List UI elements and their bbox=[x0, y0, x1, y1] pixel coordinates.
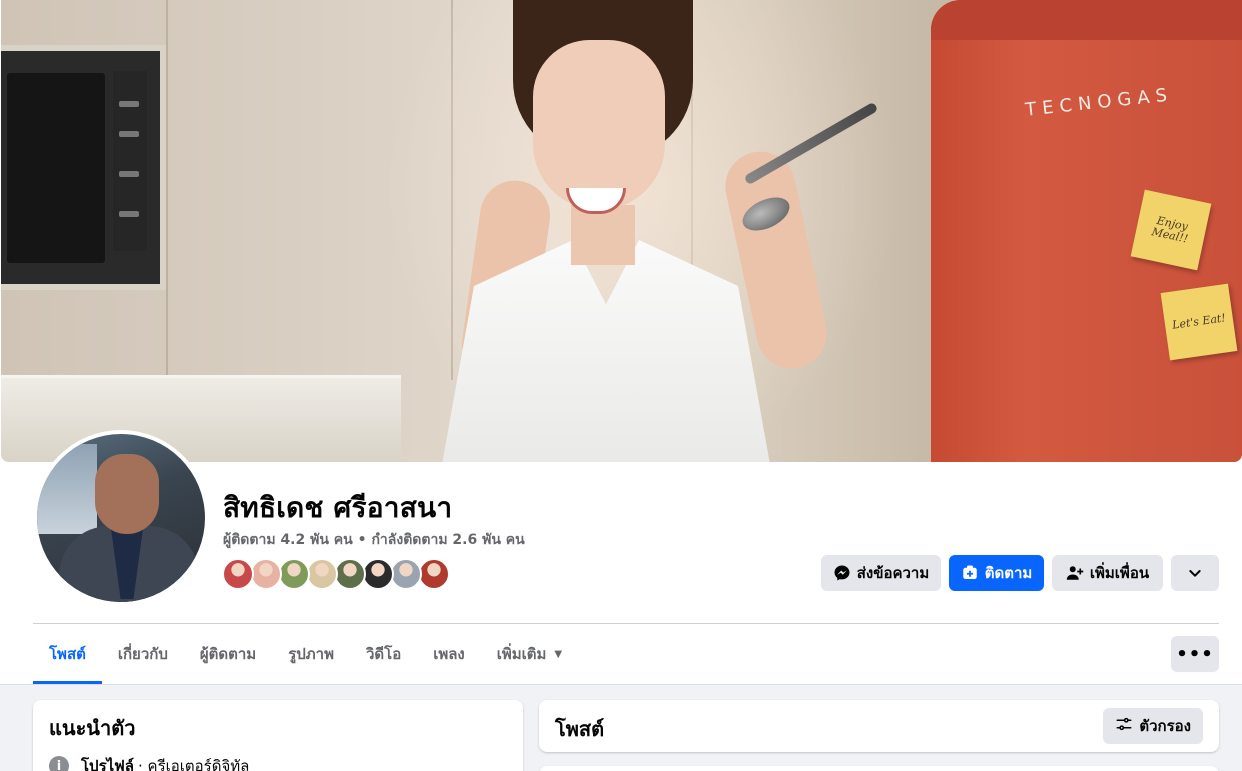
filter-label: ตัวกรอง bbox=[1139, 717, 1191, 735]
mutual-friend-avatar[interactable] bbox=[362, 558, 394, 590]
mutual-friend-avatar[interactable] bbox=[334, 558, 366, 590]
profile-name: สิทธิเดช ศรีอาสนา bbox=[223, 491, 453, 524]
followers-count[interactable]: ผู้ติดตาม 4.2 พัน คน bbox=[223, 532, 353, 548]
add-friend-icon bbox=[1066, 564, 1084, 582]
mutual-friend-avatar[interactable] bbox=[278, 558, 310, 590]
mutual-friends-avatars[interactable] bbox=[222, 558, 450, 592]
caret-down-icon: ▼ bbox=[554, 648, 563, 660]
messenger-icon bbox=[833, 564, 851, 582]
mutual-friend-avatar[interactable] bbox=[418, 558, 450, 590]
tab-music[interactable]: เพลง bbox=[417, 624, 481, 684]
mutual-friend-avatar[interactable] bbox=[222, 558, 254, 590]
post-composer-card bbox=[539, 766, 1219, 771]
mutual-friend-avatar[interactable] bbox=[306, 558, 338, 590]
ellipsis-icon: ••• bbox=[1176, 643, 1214, 665]
follow-label: ติดตาม bbox=[984, 564, 1033, 582]
intro-card: แนะนำตัว i โปรไฟล์ · ครีเอเตอร์ดิจิทัล bbox=[33, 700, 523, 771]
follow-stats: ผู้ติดตาม 4.2 พัน คน • กำลังติดตาม 2.6 พ… bbox=[223, 529, 525, 551]
posts-header-card: โพสต์ ตัวกรอง bbox=[539, 700, 1219, 752]
cover-photo[interactable]: TECNOGAS Enjoy Meal!! Let's Eat! bbox=[1, 0, 1242, 462]
profile-page: TECNOGAS Enjoy Meal!! Let's Eat! สิทธิเด… bbox=[0, 0, 1242, 771]
profile-more-dropdown[interactable] bbox=[1171, 555, 1219, 591]
add-friend-button[interactable]: เพิ่มเพื่อน bbox=[1052, 555, 1163, 591]
profile-header: TECNOGAS Enjoy Meal!! Let's Eat! สิทธิเด… bbox=[0, 0, 1242, 685]
sticky-note: Let's Eat! bbox=[1160, 283, 1238, 361]
filter-icon bbox=[1115, 715, 1133, 737]
filter-button[interactable]: ตัวกรอง bbox=[1103, 708, 1203, 744]
info-icon: i bbox=[49, 756, 69, 771]
mutual-friend-avatar[interactable] bbox=[250, 558, 282, 590]
intro-profile-label: โปรไฟล์ bbox=[81, 757, 134, 771]
intro-profile-row: i โปรไฟล์ · ครีเอเตอร์ดิจิทัล bbox=[49, 754, 249, 771]
tabs-more-options-button[interactable]: ••• bbox=[1171, 636, 1219, 672]
profile-tabs: โพสต์ เกี่ยวกับ ผู้ติดตาม รูปภาพ วิดีโอ … bbox=[33, 624, 578, 684]
tab-videos[interactable]: วิดีโอ bbox=[350, 624, 417, 684]
message-label: ส่งข้อความ bbox=[856, 564, 930, 582]
mutual-friend-avatar[interactable] bbox=[390, 558, 422, 590]
tab-about[interactable]: เกี่ยวกับ bbox=[102, 624, 184, 684]
tab-more[interactable]: เพิ่มเติม ▼ bbox=[481, 624, 578, 684]
tab-photos[interactable]: รูปภาพ bbox=[272, 624, 350, 684]
follow-button[interactable]: ติดตาม bbox=[949, 555, 1044, 591]
follow-icon bbox=[961, 564, 979, 582]
posts-title: โพสต์ bbox=[555, 717, 605, 741]
avatar-photo bbox=[37, 434, 205, 602]
tab-followers[interactable]: ผู้ติดตาม bbox=[184, 624, 272, 684]
add-friend-label: เพิ่มเพื่อน bbox=[1089, 564, 1150, 582]
following-count[interactable]: กำลังติดตาม 2.6 พัน คน bbox=[371, 532, 524, 548]
intro-profile-value: · ครีเอเตอร์ดิจิทัล bbox=[138, 757, 250, 771]
tab-posts[interactable]: โพสต์ bbox=[33, 624, 102, 684]
chevron-down-icon bbox=[1186, 564, 1204, 582]
stats-separator: • bbox=[352, 532, 372, 548]
oven-graphic bbox=[1, 45, 166, 290]
message-button[interactable]: ส่งข้อความ bbox=[821, 555, 941, 591]
intro-title: แนะนำตัว bbox=[49, 716, 136, 740]
profile-avatar[interactable] bbox=[33, 430, 209, 606]
sticky-note: Enjoy Meal!! bbox=[1130, 189, 1212, 271]
